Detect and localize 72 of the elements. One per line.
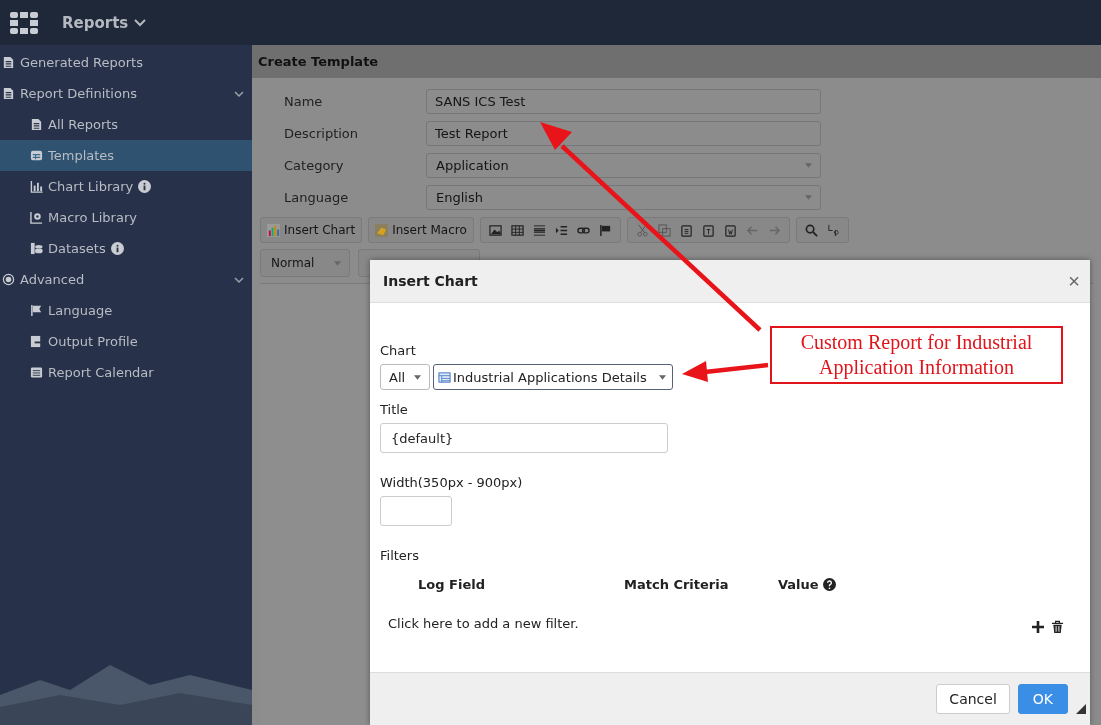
sidebar-item[interactable]: Templates	[0, 140, 252, 171]
macro-icon	[375, 223, 389, 237]
sidebar-item[interactable]: Datasets	[0, 233, 252, 264]
field-label: Chart	[380, 343, 416, 358]
column-header: Value	[778, 577, 819, 592]
calendar-icon	[30, 366, 43, 379]
reports-menu[interactable]: Reports	[62, 13, 147, 32]
document-icon	[30, 118, 43, 131]
bar-chart-icon	[30, 180, 43, 193]
dialog-title: Insert Chart	[383, 273, 478, 289]
grid-logo-icon	[10, 11, 38, 34]
width-field[interactable]	[380, 496, 452, 526]
sidebar-item[interactable]: Output Profile	[0, 326, 252, 357]
callout-text: Custom Report for Industrial	[800, 330, 1033, 355]
text-field[interactable]: SANS ICS Test	[426, 89, 821, 114]
sidebar-item[interactable]: All Reports	[0, 109, 252, 140]
field-label: Language	[284, 190, 350, 205]
bar-chart-icon	[267, 223, 280, 237]
select-field[interactable]: English	[426, 185, 821, 210]
callout-text: Application Information	[819, 355, 1014, 380]
horizontal-rule-icon[interactable]	[532, 223, 546, 237]
table-icon[interactable]	[510, 223, 524, 237]
image-icon[interactable]	[488, 223, 502, 237]
caret-icon	[805, 195, 812, 200]
section-label: Filters	[380, 548, 419, 563]
indent-icon[interactable]	[554, 223, 568, 237]
search-icon[interactable]	[804, 223, 818, 237]
chart-select[interactable]: Industrial Applications Details	[433, 364, 673, 390]
caret-icon	[414, 374, 421, 380]
flag-icon	[30, 304, 43, 317]
field-label: Name	[284, 94, 324, 109]
sidebar-item[interactable]: Report Definitions	[0, 78, 252, 109]
add-filter-link[interactable]: Click here to add a new filter.	[388, 615, 579, 631]
flag-icon[interactable]	[598, 223, 612, 237]
text-field[interactable]: Test Report	[426, 121, 821, 146]
field-label: Category	[284, 158, 345, 173]
field-label: Title	[380, 402, 408, 417]
table-icon	[30, 149, 43, 162]
caret-icon	[659, 374, 666, 380]
column-header: Log Field	[418, 577, 486, 592]
sidebar-item[interactable]: Macro Library	[0, 202, 252, 233]
sidebar-item[interactable]: Report Calendar	[0, 357, 252, 388]
toolbar-button[interactable]: Insert Macro	[368, 217, 474, 243]
sidebar-item[interactable]: Language	[0, 295, 252, 326]
trash-icon[interactable]	[1051, 620, 1064, 634]
clipboard-icon[interactable]	[701, 223, 715, 237]
column-header: Match Criteria	[624, 577, 730, 592]
filter-select[interactable]: All	[380, 364, 430, 390]
caret-icon	[334, 260, 341, 266]
radio-icon	[2, 273, 15, 286]
chevron-icon	[134, 18, 147, 27]
clipboard-icon[interactable]	[723, 223, 737, 237]
panel-title: Create Template	[258, 54, 379, 69]
title-field[interactable]: {default}	[380, 423, 668, 453]
field-label: Width(350px - 900px)	[380, 475, 523, 490]
toolbar-button[interactable]: Insert Chart	[260, 217, 363, 243]
close-button[interactable]: ×	[1068, 271, 1080, 291]
select-field[interactable]: Application	[426, 153, 821, 178]
clipboard-icon[interactable]	[679, 223, 693, 237]
field-label: Description	[284, 126, 360, 141]
caret-icon	[805, 163, 812, 168]
database-icon	[30, 242, 43, 255]
sidebar-item[interactable]: Generated Reports	[0, 47, 252, 78]
sidebar-item[interactable]: Chart Library	[0, 171, 252, 202]
cancel-button[interactable]: Cancel	[936, 684, 1010, 714]
sidebar-item[interactable]: Advanced	[0, 264, 252, 295]
export-icon	[30, 335, 43, 348]
format-dropdown[interactable]: Normal	[260, 249, 350, 277]
help-icon	[822, 578, 836, 591]
table-icon	[438, 370, 451, 384]
add-icon[interactable]	[1031, 620, 1045, 634]
resize-grip-icon[interactable]	[1076, 704, 1086, 714]
